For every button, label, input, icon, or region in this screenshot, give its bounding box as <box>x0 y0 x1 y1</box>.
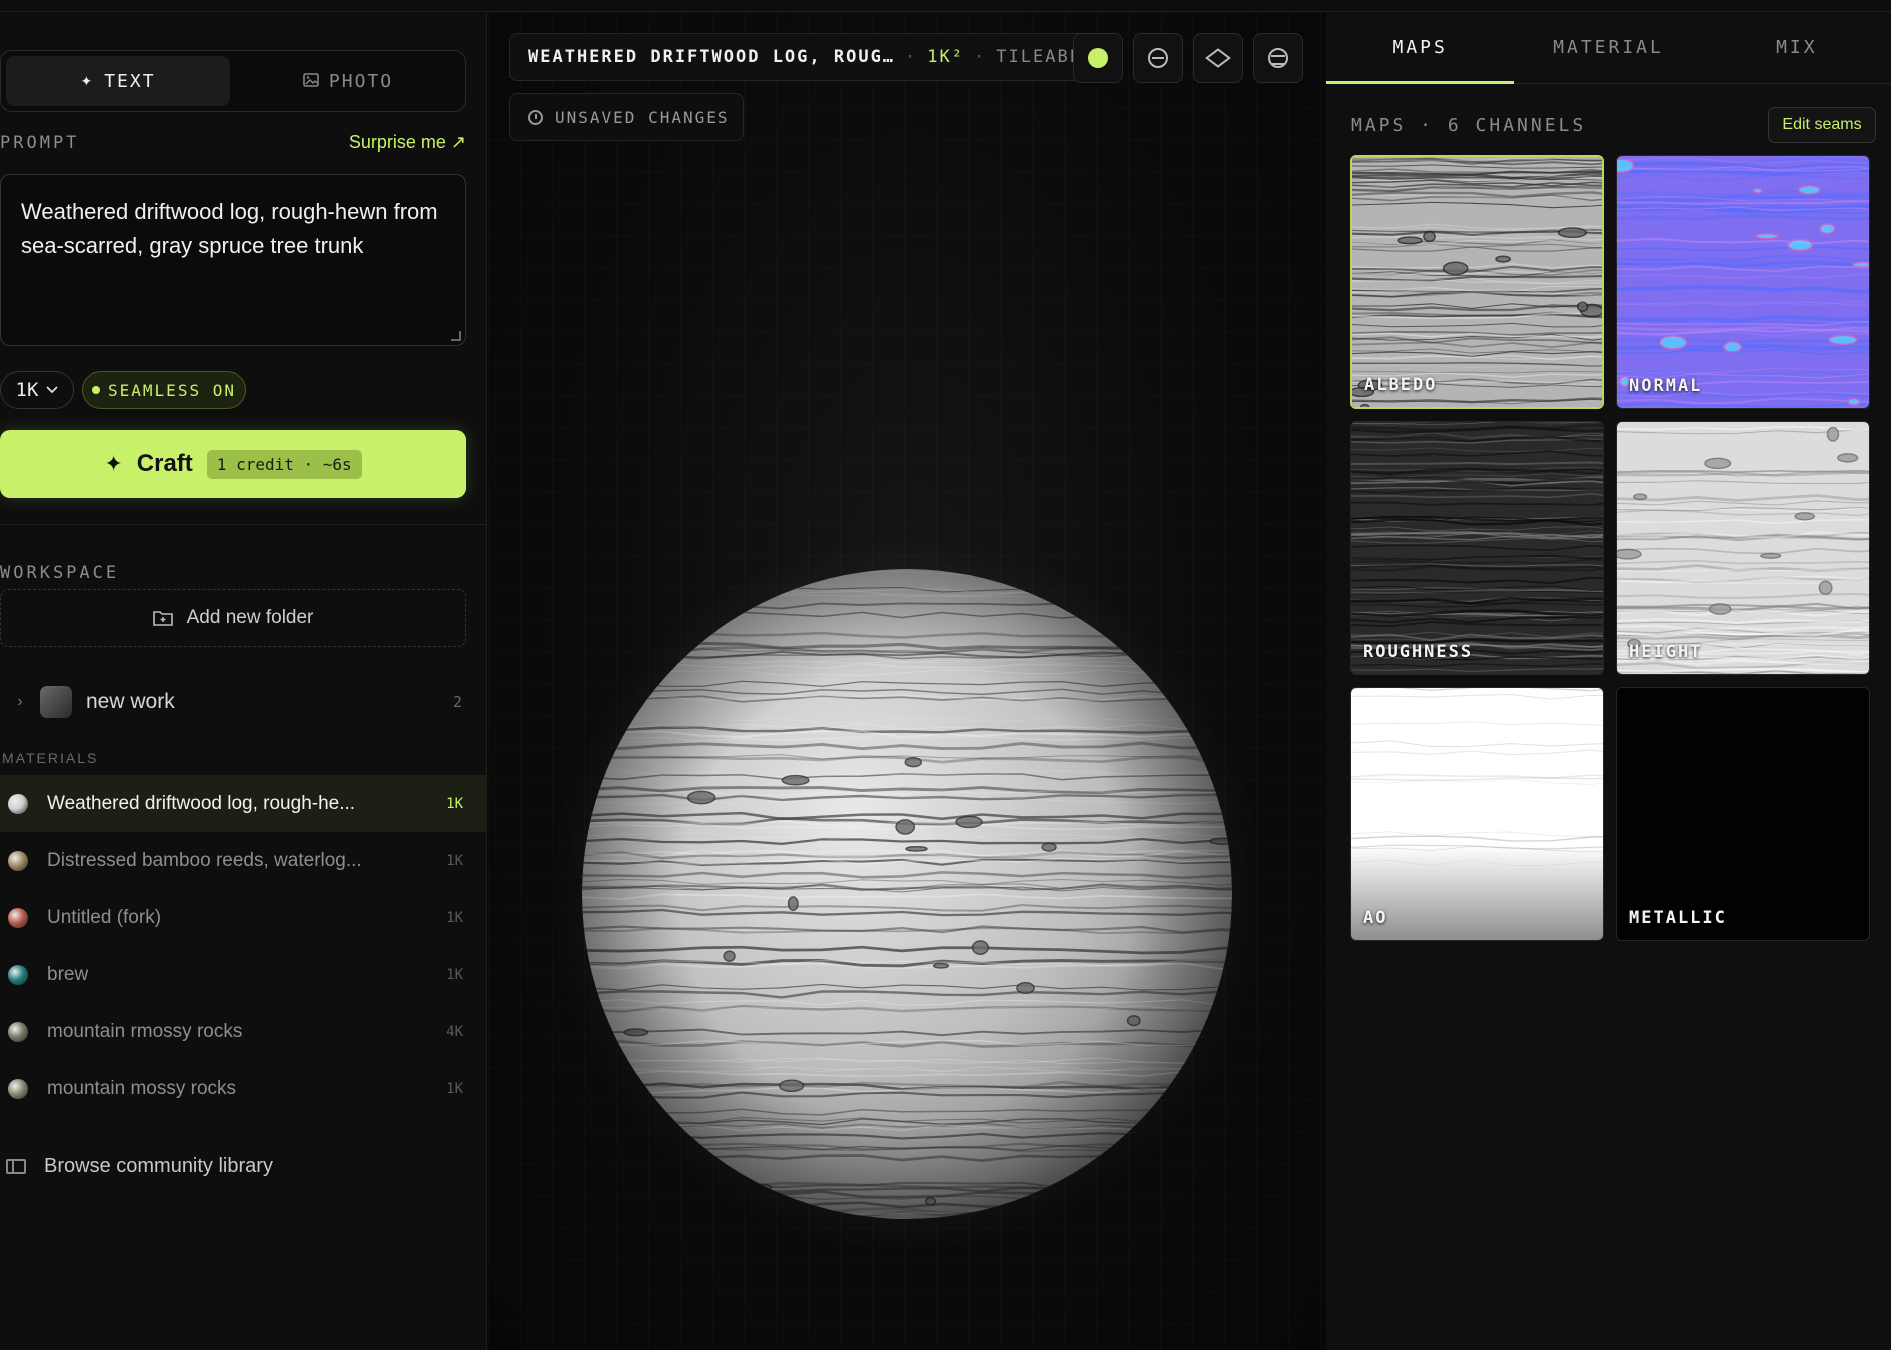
material-title-bar: WEATHERED DRIFTWOOD LOG, ROUG… · 1K² · T… <box>509 33 1094 81</box>
resolution-select[interactable]: 1K <box>0 371 74 409</box>
material-sphere-preview[interactable] <box>582 569 1232 1219</box>
map-ao[interactable]: AO <box>1350 687 1604 941</box>
source-toggle: ✦ TEXT PHOTO <box>0 50 466 112</box>
sparkle-icon: ✦ <box>104 451 123 476</box>
folder-thumbnail <box>40 686 72 718</box>
folder-name: new work <box>86 690 175 713</box>
material-viewport[interactable]: WEATHERED DRIFTWOOD LOG, ROUG… · 1K² · T… <box>488 12 1325 1350</box>
material-thumbnail-icon <box>8 1021 28 1042</box>
layers-button[interactable] <box>1193 33 1243 83</box>
material-resolution: 1K <box>446 966 463 983</box>
map-label: METALLIC <box>1629 908 1727 928</box>
maps-header: MAPS · 6 CHANNELS <box>1351 115 1587 136</box>
map-label: AO <box>1363 908 1388 928</box>
material-name: Untitled (fork) <box>47 906 162 928</box>
map-label: ALBEDO <box>1364 375 1438 395</box>
edit-seams-button[interactable]: Edit seams <box>1768 107 1876 143</box>
folder-plus-icon <box>152 611 173 626</box>
resolution-badge: 1K² <box>927 47 965 67</box>
material-item[interactable]: mountain mossy rocks 1K <box>0 1060 487 1117</box>
text-mode-button[interactable]: ✦ TEXT <box>6 56 230 106</box>
credit-badge: 1 credit · ~6s <box>206 449 362 479</box>
material-thumbnail-icon <box>8 850 28 871</box>
material-thumbnail-icon <box>8 1078 28 1099</box>
panel-tabs: MAPS MATERIAL MIX <box>1326 12 1891 84</box>
material-item[interactable]: mountain rmossy rocks 4K <box>0 1003 487 1060</box>
app-root: ✦ TEXT PHOTO PROMPT Surprise me ↗ Weathe… <box>0 0 1891 1350</box>
material-resolution: 1K <box>446 795 463 812</box>
library-icon <box>6 1159 26 1174</box>
materials-list: Weathered driftwood log, rough-he... 1K Di… <box>0 775 487 1117</box>
material-name: brew <box>47 963 89 985</box>
add-folder-button[interactable]: Add new folder <box>0 589 466 647</box>
resize-handle-icon[interactable] <box>451 331 461 341</box>
browse-library-link[interactable]: Browse community library <box>6 1155 273 1178</box>
craft-button[interactable]: ✦ Craft 1 credit · ~6s <box>0 430 466 498</box>
unsaved-status: UNSAVED CHANGES <box>509 93 744 141</box>
browse-label: Browse community library <box>44 1155 273 1177</box>
cylinder-icon <box>1268 48 1288 68</box>
resolution-value: 1K <box>15 379 39 401</box>
material-item[interactable]: Distressed bamboo reeds, waterlog... 1K <box>0 832 487 889</box>
material-name: Distressed bamboo reeds, waterlog... <box>47 849 362 871</box>
image-icon <box>303 71 319 92</box>
map-metallic[interactable]: METALLIC <box>1616 687 1870 941</box>
chevron-down-icon <box>46 386 59 394</box>
seamless-label: SEAMLESS ON <box>108 380 236 400</box>
divider <box>0 524 487 525</box>
material-thumbnail-icon <box>8 907 28 928</box>
folder-count: 2 <box>452 693 462 711</box>
prompt-textarea[interactable]: Weathered driftwood log, rough-hewn from… <box>0 174 466 346</box>
cylinder-preview-button[interactable] <box>1253 33 1303 83</box>
material-resolution: 4K <box>446 1023 463 1040</box>
material-resolution: 1K <box>446 852 463 869</box>
tab-maps[interactable]: MAPS <box>1326 12 1515 84</box>
plane-icon <box>1148 48 1168 68</box>
top-bar <box>0 0 1891 12</box>
material-resolution: 1K <box>446 1080 463 1097</box>
material-name: Weathered driftwood log, rough-he... <box>47 792 356 814</box>
material-thumbnail-icon <box>8 793 28 814</box>
map-normal[interactable]: NORMAL <box>1616 155 1870 409</box>
unsaved-label: UNSAVED CHANGES <box>555 107 730 127</box>
add-folder-label: Add new folder <box>186 607 314 628</box>
material-thumbnail-icon <box>8 964 28 985</box>
map-label: ROUGHNESS <box>1363 642 1474 662</box>
sphere-preview-button[interactable] <box>1073 33 1123 83</box>
seamless-toggle[interactable]: SEAMLESS ON <box>82 371 246 409</box>
material-item[interactable]: Weathered driftwood log, rough-he... 1K <box>0 775 487 832</box>
status-dot-icon <box>92 386 101 394</box>
map-label: HEIGHT <box>1629 642 1703 662</box>
left-sidebar: ✦ TEXT PHOTO PROMPT Surprise me ↗ Weathe… <box>0 12 487 1350</box>
plane-preview-button[interactable] <box>1133 33 1183 83</box>
text-mode-label: TEXT <box>104 70 156 92</box>
map-roughness[interactable]: ROUGHNESS <box>1350 421 1604 675</box>
right-panel: MAPS MATERIAL MIX MAPS · 6 CHANNELS Edit… <box>1326 12 1891 1350</box>
sphere-icon <box>1088 48 1108 68</box>
tab-mix[interactable]: MIX <box>1703 12 1891 83</box>
material-resolution: 1K <box>446 909 463 926</box>
photo-mode-button[interactable]: PHOTO <box>236 56 460 106</box>
material-name: mountain rmossy rocks <box>47 1020 243 1042</box>
photo-mode-label: PHOTO <box>328 70 394 92</box>
folder-item[interactable]: › new work 2 <box>0 682 466 722</box>
materials-label: MATERIALS <box>2 750 99 766</box>
clock-icon <box>528 109 543 125</box>
map-albedo[interactable]: ALBEDO <box>1350 155 1604 409</box>
material-name: mountain mossy rocks <box>47 1077 237 1099</box>
map-label: NORMAL <box>1629 376 1703 396</box>
layers-icon <box>1205 48 1231 68</box>
surprise-me-link[interactable]: Surprise me ↗ <box>349 132 466 153</box>
workspace-label: WORKSPACE <box>0 563 120 583</box>
material-item[interactable]: brew 1K <box>0 946 487 1003</box>
tab-material[interactable]: MATERIAL <box>1514 12 1702 83</box>
map-height[interactable]: HEIGHT <box>1616 421 1870 675</box>
material-title: WEATHERED DRIFTWOOD LOG, ROUG… <box>528 47 896 67</box>
prompt-text: Weathered driftwood log, rough-hewn from… <box>21 199 438 258</box>
craft-label: Craft <box>136 450 193 477</box>
chevron-right-icon[interactable]: › <box>0 693 40 711</box>
sparkle-icon: ✦ <box>80 72 95 89</box>
material-item[interactable]: Untitled (fork) 1K <box>0 889 487 946</box>
prompt-label: PROMPT <box>0 133 80 153</box>
